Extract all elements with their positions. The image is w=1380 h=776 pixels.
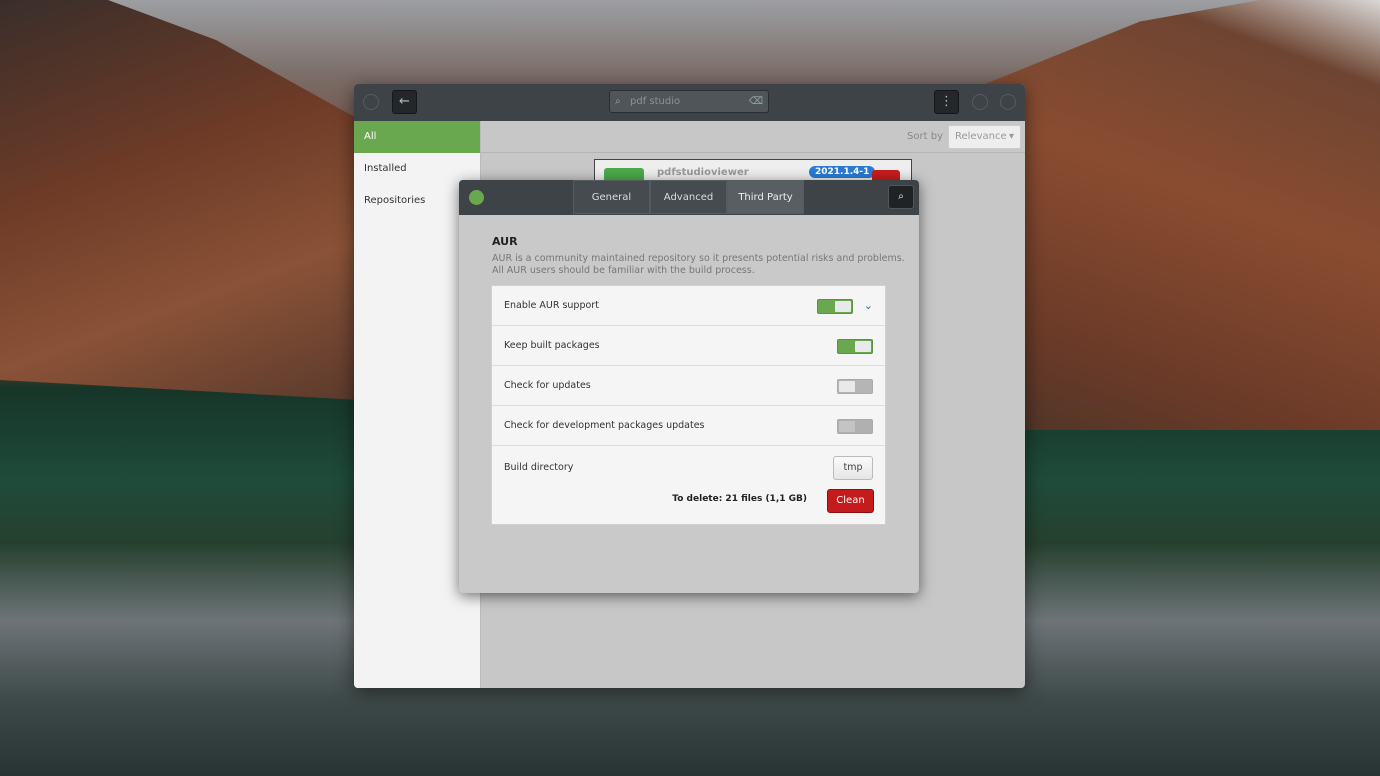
section-description: AUR is a community maintained repository…: [492, 253, 905, 277]
setting-keep-built: Keep built packages: [492, 326, 885, 366]
minimize-icon[interactable]: [972, 94, 988, 110]
to-delete-info: To delete: 21 files (1,1 GB): [672, 494, 807, 504]
package-name: pdfstudioviewer: [657, 167, 749, 178]
setting-label: Keep built packages: [504, 340, 600, 351]
sort-value: Relevance: [955, 131, 1007, 142]
back-button[interactable]: ←: [392, 90, 417, 114]
preferences-dialog: General Advanced Third Party ⌕ AUR AUR i…: [459, 180, 919, 593]
sort-dropdown[interactable]: Relevance ▾: [948, 125, 1021, 149]
chevron-down-icon[interactable]: ⌄: [864, 286, 873, 326]
setting-label: Check for development packages updates: [504, 420, 705, 431]
search-icon: ⌕: [615, 96, 621, 107]
clean-button[interactable]: Clean: [827, 489, 874, 513]
close-dot-icon[interactable]: [469, 190, 484, 205]
menu-button[interactable]: ⋮: [934, 90, 959, 114]
search-button[interactable]: ⌕: [888, 185, 914, 209]
sort-label: Sort by: [907, 131, 943, 142]
wallpaper-mountain-left: [0, 0, 360, 400]
tab-advanced[interactable]: Advanced: [650, 180, 727, 214]
search-value: pdf studio: [630, 96, 681, 107]
setting-check-updates: Check for updates: [492, 366, 885, 406]
search-icon: ⌕: [898, 191, 904, 202]
keep-built-toggle[interactable]: [837, 339, 873, 354]
tab-third-party[interactable]: Third Party: [727, 180, 804, 214]
tab-general[interactable]: General: [573, 180, 650, 214]
setting-dev-updates: Check for development packages updates: [492, 406, 885, 446]
setting-label: Enable AUR support: [504, 300, 599, 311]
enable-aur-toggle[interactable]: [817, 299, 853, 314]
setting-label: Check for updates: [504, 380, 591, 391]
description-line: All AUR users should be familiar with th…: [492, 265, 755, 276]
setting-label: Build directory: [504, 462, 574, 473]
clear-icon[interactable]: ⌫: [749, 91, 763, 112]
check-updates-toggle[interactable]: [837, 379, 873, 394]
dev-updates-toggle[interactable]: [837, 419, 873, 434]
window-control-icon[interactable]: [363, 94, 379, 110]
tab-bar: General Advanced Third Party: [573, 180, 804, 214]
sidebar-item-all[interactable]: All: [354, 121, 480, 153]
version-badge: 2021.1.4-1: [809, 166, 876, 178]
close-icon[interactable]: [1000, 94, 1016, 110]
build-directory-button[interactable]: tmp: [833, 456, 873, 480]
search-input[interactable]: ⌕ pdf studio ⌫: [609, 90, 769, 113]
chevron-down-icon: ▾: [1008, 131, 1014, 142]
section-title: AUR: [492, 235, 518, 248]
header-bar: ← ⌕ pdf studio ⌫ ⋮: [354, 84, 1025, 121]
description-line: AUR is a community maintained repository…: [492, 253, 905, 264]
settings-card: Enable AUR support ⌄ Keep built packages…: [491, 285, 886, 525]
setting-enable-aur: Enable AUR support ⌄: [492, 286, 885, 326]
sort-bar: Sort by Relevance ▾: [481, 121, 1025, 153]
wallpaper-mountain-right: [980, 0, 1380, 430]
dialog-header: General Advanced Third Party ⌕: [459, 180, 919, 215]
setting-build-directory: Build directory tmp: [492, 446, 885, 490]
